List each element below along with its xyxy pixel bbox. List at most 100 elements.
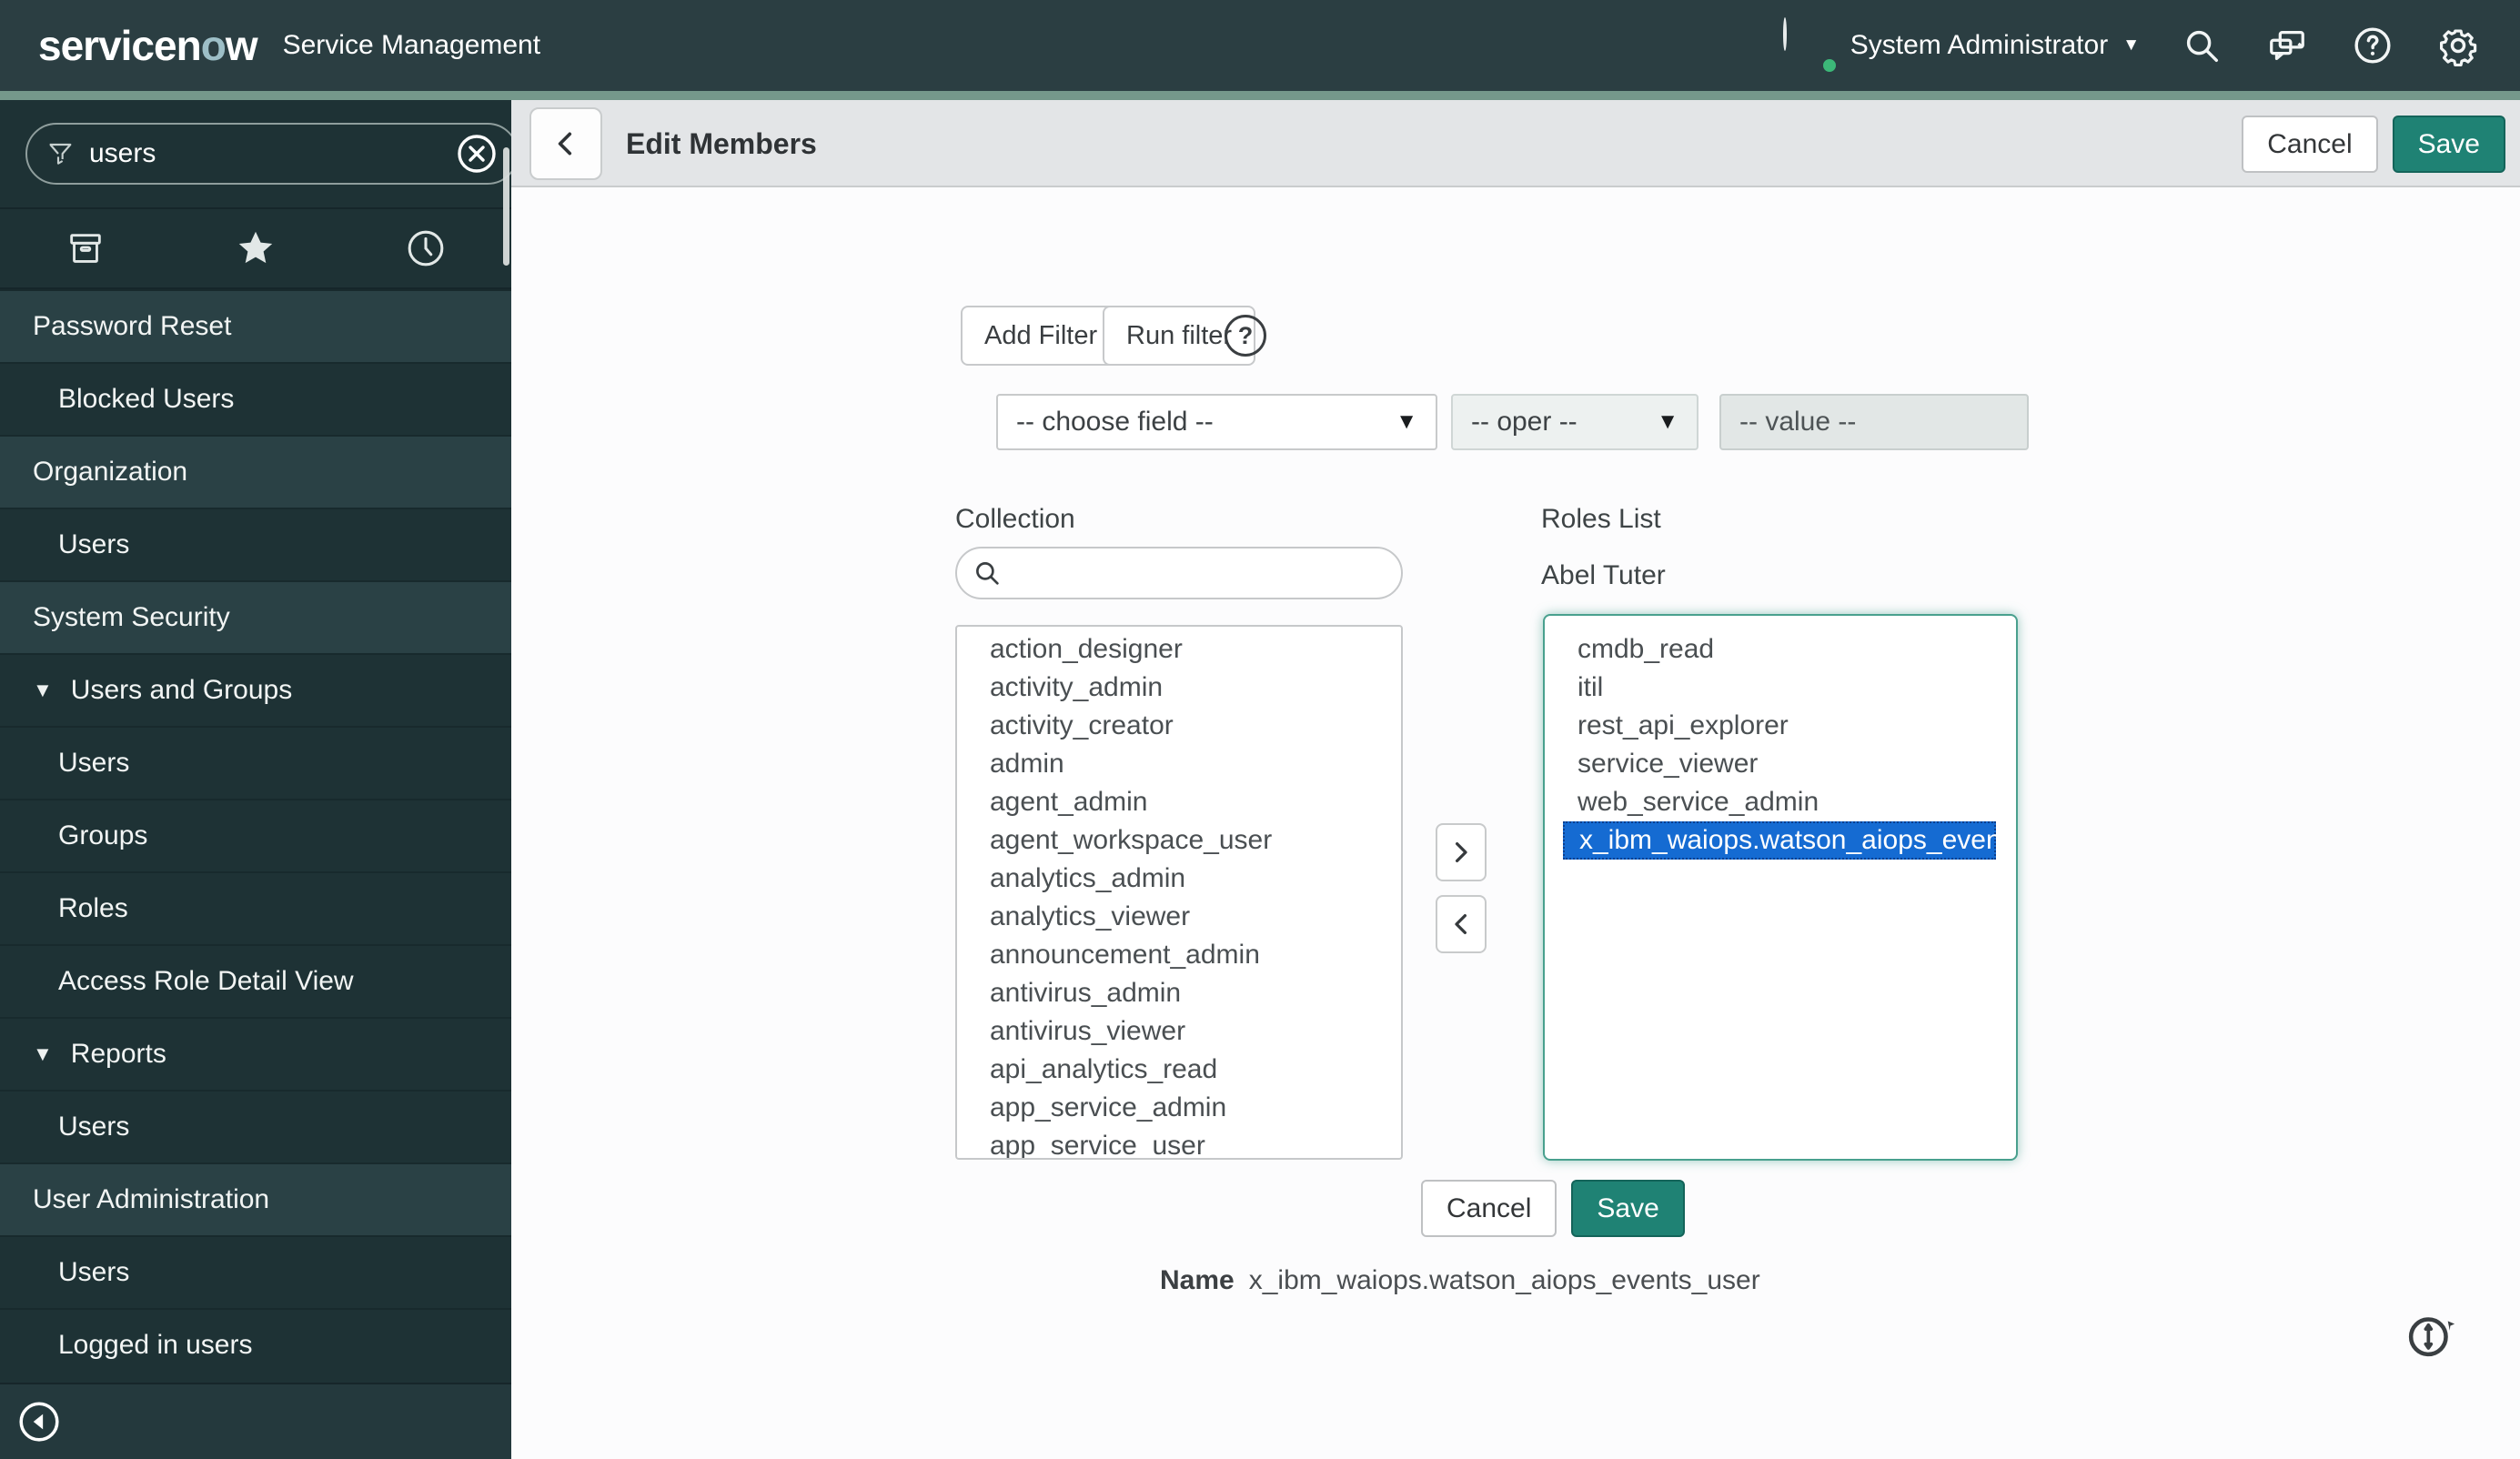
collection-option[interactable]: agent_admin — [975, 783, 1381, 821]
sidebar-item[interactable]: ▼ Users — [0, 726, 511, 799]
main-content: Edit Members Cancel Save Add Filter Run … — [511, 100, 2520, 1459]
sidebar-item-label: Access Role Detail View — [58, 966, 354, 996]
user-menu[interactable]: System Administrator ▼ — [1782, 17, 2140, 74]
help-icon[interactable] — [2349, 22, 2396, 69]
slush-save-button[interactable]: Save — [1571, 1180, 1685, 1237]
nav-tabs — [0, 209, 511, 289]
caret-down-icon: ▼ — [1396, 409, 1417, 434]
operator-select[interactable]: -- oper -- ▼ — [1451, 394, 1698, 450]
back-button[interactable] — [529, 107, 602, 180]
sidebar-item-label: Password Reset — [33, 311, 232, 341]
sidebar-scrollbar[interactable] — [503, 147, 509, 266]
chevron-left-icon — [558, 132, 572, 156]
collection-label: Collection — [955, 504, 1075, 534]
name-line: Name x_ibm_waiops.watson_aiops_events_use… — [1160, 1265, 1760, 1296]
chat-icon[interactable] — [2263, 22, 2311, 69]
sidebar-item-label: Users — [58, 1257, 130, 1287]
collection-option[interactable]: action_designer — [975, 630, 1381, 669]
roles-option[interactable]: service_viewer — [1563, 745, 1996, 783]
sidebar-item[interactable]: ▼ Users — [0, 1235, 511, 1308]
application-navigator: ▼ Password Reset ▼ Blocked Users ▼ Organ… — [0, 100, 519, 1459]
add-role-button[interactable] — [1436, 823, 1487, 881]
collection-option[interactable]: api_analytics_read — [975, 1051, 1381, 1089]
roles-option[interactable]: cmdb_read — [1563, 630, 1996, 669]
nav-menu: ▼ Password Reset ▼ Blocked Users ▼ Organ… — [0, 289, 511, 1381]
sidebar-item[interactable]: ▼ Access Role Detail View — [0, 944, 511, 1017]
sidebar-item-label: System Security — [33, 602, 230, 632]
filter-funnel-icon — [49, 143, 72, 165]
servicenow-logo: servicenow — [38, 22, 258, 69]
collection-option[interactable]: activity_creator — [975, 707, 1381, 745]
sidebar-item-label: Users — [58, 1112, 130, 1142]
gear-icon[interactable] — [2434, 22, 2482, 69]
search-icon — [976, 562, 999, 585]
remove-role-button[interactable] — [1436, 895, 1487, 953]
collection-option[interactable]: announcement_admin — [975, 936, 1381, 974]
collection-option[interactable]: admin — [975, 745, 1381, 783]
sidebar-item-label: Organization — [33, 457, 188, 487]
sidebar-item[interactable]: ▼ System Security — [0, 580, 511, 653]
collection-option[interactable]: analytics_admin — [975, 860, 1381, 898]
nav-filter-pill[interactable] — [25, 123, 519, 185]
collection-option[interactable]: app_service_user — [975, 1127, 1381, 1158]
user-name: System Administrator — [1850, 30, 2109, 60]
collection-option[interactable]: agent_workspace_user — [975, 821, 1381, 860]
collection-search[interactable] — [955, 547, 1403, 599]
collection-option[interactable]: analytics_viewer — [975, 898, 1381, 936]
collapse-sidebar-icon[interactable] — [16, 1399, 62, 1444]
slush-cancel-button[interactable]: Cancel — [1421, 1180, 1557, 1237]
collection-search-input[interactable] — [1013, 558, 1386, 588]
search-icon[interactable] — [2178, 22, 2225, 69]
sidebar-item[interactable]: ▼ Users — [0, 1090, 511, 1162]
star-icon — [238, 231, 273, 264]
roles-option[interactable]: rest_api_explorer — [1563, 707, 1996, 745]
roles-option[interactable]: x_ibm_waiops.watson_aiops_events_user — [1563, 821, 2016, 860]
sidebar-item-label: Groups — [58, 820, 148, 850]
sidebar-item-label: Logged in users — [58, 1330, 253, 1360]
choose-field-select[interactable]: -- choose field -- ▼ — [996, 394, 1437, 450]
sidebar-item[interactable]: ▼ Reports — [0, 1017, 511, 1090]
nav-filter-input[interactable] — [89, 138, 440, 169]
sidebar-item[interactable]: ▼ Groups — [0, 799, 511, 871]
roles-listbox[interactable]: cmdb_read itil rest_api_explorer service… — [1543, 614, 2018, 1161]
caret-down-icon: ▼ — [1657, 409, 1678, 434]
clock-icon — [408, 230, 444, 267]
collection-listbox[interactable]: action_designer activity_admin activity_… — [955, 625, 1403, 1160]
roles-option[interactable]: itil — [1563, 669, 1996, 707]
archive-box-icon — [69, 234, 101, 263]
roles-option[interactable]: web_service_admin — [1563, 783, 1996, 821]
tab-history[interactable] — [341, 209, 511, 287]
sidebar-item-label: Roles — [58, 893, 128, 923]
response-time-icon[interactable] — [2402, 1305, 2460, 1368]
save-button[interactable]: Save — [2392, 116, 2505, 173]
clear-filter-icon[interactable] — [455, 132, 499, 176]
collection-option[interactable]: app_service_admin — [975, 1089, 1381, 1127]
name-label: Name — [1160, 1265, 1235, 1295]
status-dot — [1820, 57, 1838, 74]
tab-all-applications[interactable] — [0, 209, 170, 287]
sidebar-item[interactable]: ▼ Blocked Users — [0, 362, 511, 435]
sidebar-item[interactable]: ▼ Password Reset — [0, 289, 511, 362]
collection-option[interactable]: antivirus_admin — [975, 974, 1381, 1012]
chevron-right-icon — [1456, 842, 1467, 862]
value-field[interactable]: -- value -- — [1719, 394, 2029, 450]
avatar — [1782, 17, 1838, 74]
cancel-button[interactable]: Cancel — [2242, 116, 2378, 173]
roles-user-label: Abel Tuter — [1541, 560, 1666, 590]
nav-footer — [0, 1383, 511, 1459]
sidebar-item[interactable]: ▼ Users and Groups — [0, 653, 511, 726]
sidebar-item[interactable]: ▼ Roles — [0, 871, 511, 944]
filter-help-icon[interactable]: ? — [1225, 315, 1266, 357]
sidebar-item-label: Users and Groups — [70, 675, 293, 705]
tab-favorites[interactable] — [170, 209, 340, 287]
collection-option[interactable]: antivirus_viewer — [975, 1012, 1381, 1051]
add-filter-button[interactable]: Add Filter — [961, 306, 1122, 366]
caret-down-icon: ▼ — [33, 1042, 53, 1065]
nav-filter-area — [0, 100, 519, 209]
sidebar-item[interactable]: ▼ Logged in users — [0, 1308, 511, 1381]
app-header: servicenow Service Management System Adm… — [0, 0, 2520, 91]
sidebar-item[interactable]: ▼ Users — [0, 508, 511, 580]
sidebar-item[interactable]: ▼ User Administration — [0, 1162, 511, 1235]
sidebar-item[interactable]: ▼ Organization — [0, 435, 511, 508]
collection-option[interactable]: activity_admin — [975, 669, 1381, 707]
